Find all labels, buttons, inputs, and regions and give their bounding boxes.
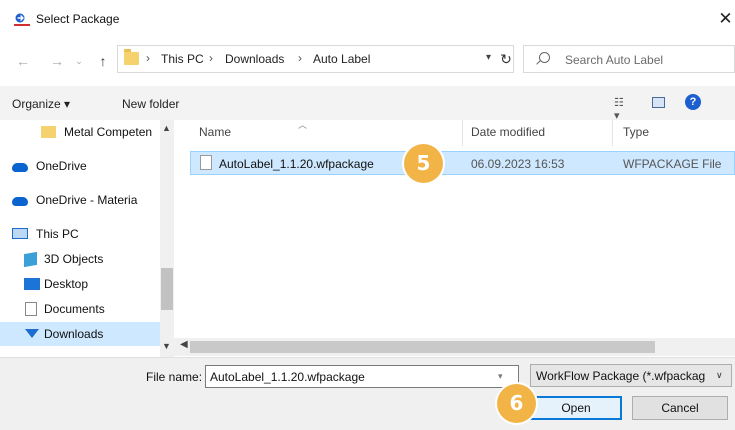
refresh-icon[interactable]: ↻ (492, 45, 520, 73)
breadcrumb-this-pc[interactable]: This PC (161, 52, 204, 66)
scroll-up-icon[interactable]: ▲ (162, 123, 171, 133)
sidebar-item-label: 3D Objects (44, 252, 104, 266)
search-icon (539, 52, 550, 63)
column-separator[interactable] (462, 120, 463, 146)
navigation-pane: Metal Competen OneDrive OneDrive - Mater… (0, 120, 160, 357)
organize-menu[interactable]: Organize ▾ (12, 97, 70, 111)
file-icon (200, 155, 212, 170)
document-icon (25, 302, 37, 316)
breadcrumb-auto-label[interactable]: Auto Label (313, 52, 370, 66)
file-date-cell: 06.09.2023 16:53 (471, 157, 565, 171)
sidebar-item-label: Desktop (44, 277, 89, 291)
sidebar-item-downloads[interactable]: Downloads (0, 322, 160, 346)
folder-icon (41, 126, 56, 138)
breadcrumb-separator: › (209, 51, 213, 65)
sidebar-item-label: Documents (44, 302, 105, 316)
up-arrow-icon[interactable]: ↑ (94, 50, 112, 72)
sidebar-item-label: This PC (36, 227, 79, 241)
sidebar-scroll-thumb[interactable] (161, 268, 173, 310)
file-name-label: File name: (146, 370, 203, 384)
file-name-dropdown-icon[interactable]: ▾ (498, 371, 503, 382)
search-box[interactable]: Search Auto Label (523, 45, 735, 73)
horizontal-scroll-thumb[interactable] (190, 341, 655, 353)
address-bar[interactable]: › This PC › Downloads › Auto Label (117, 45, 514, 73)
column-separator[interactable] (612, 120, 613, 146)
file-name-cell[interactable]: AutoLabel_1.1.20.wfpackage (219, 157, 374, 171)
sidebar-item-onedrive[interactable]: OneDrive (0, 154, 160, 178)
forward-arrow-icon[interactable]: → (48, 50, 66, 72)
recent-locations-icon[interactable]: ⌄ (70, 50, 88, 72)
column-header-type[interactable]: Type (623, 125, 649, 139)
sidebar-item-label: Downloads (44, 327, 104, 341)
scroll-left-icon[interactable]: ◀ (180, 339, 188, 350)
chevron-down-icon[interactable]: ∨ (716, 370, 723, 381)
help-icon[interactable]: ? (685, 94, 701, 110)
desktop-icon (24, 278, 40, 290)
file-type-filter[interactable]: WorkFlow Package (*.wfpackag (530, 364, 732, 387)
sidebar-item-onedrive-materia[interactable]: OneDrive - Materia (0, 188, 160, 212)
app-icon (14, 13, 30, 26)
sidebar-item-desktop[interactable]: Desktop (0, 272, 160, 296)
step-badge-5: 5 (404, 144, 443, 183)
column-header-date[interactable]: Date modified (471, 125, 545, 139)
scroll-down-icon[interactable]: ▼ (162, 341, 171, 351)
cancel-button[interactable]: Cancel (632, 396, 728, 420)
sidebar-item-label: OneDrive - Materia (36, 193, 138, 207)
cloud-icon (12, 197, 28, 206)
search-placeholder: Search Auto Label (565, 53, 664, 67)
sort-caret-icon: ︿ (298, 120, 308, 130)
computer-icon (12, 228, 28, 239)
back-arrow-icon[interactable]: ← (14, 50, 32, 72)
close-button[interactable]: ✕ (716, 8, 735, 30)
breadcrumb-separator: › (146, 51, 150, 65)
sidebar-item-documents[interactable]: Documents (0, 297, 160, 321)
open-button[interactable]: Open (530, 396, 622, 420)
breadcrumb-downloads[interactable]: Downloads (225, 52, 284, 66)
sidebar-item-3d-objects[interactable]: 3D Objects (0, 247, 160, 271)
cube-icon (24, 251, 37, 268)
sidebar-item-this-pc[interactable]: This PC (0, 222, 160, 246)
file-type-cell: WFPACKAGE File (623, 157, 722, 171)
preview-pane-icon[interactable] (652, 97, 665, 108)
view-options-icon[interactable]: ☷ ▾ (614, 96, 630, 122)
file-name-input[interactable]: AutoLabel_1.1.20.wfpackage (205, 365, 519, 388)
download-arrow-icon (25, 329, 39, 338)
sidebar-scrollbar[interactable] (160, 120, 174, 357)
column-header-name[interactable]: Name (199, 125, 231, 139)
sidebar-item-label: OneDrive (36, 159, 87, 173)
new-folder-button[interactable]: New folder (122, 97, 179, 111)
sidebar-item-label: Metal Competen (64, 125, 153, 139)
window-title: Select Package (36, 12, 120, 26)
sidebar-item-metal-competence[interactable]: Metal Competen (0, 120, 160, 144)
cloud-icon (12, 163, 28, 172)
folder-icon (124, 49, 139, 65)
address-dropdown-icon[interactable]: ▾ (486, 52, 491, 63)
step-badge-6: 6 (497, 384, 536, 423)
breadcrumb-separator: › (298, 51, 302, 65)
